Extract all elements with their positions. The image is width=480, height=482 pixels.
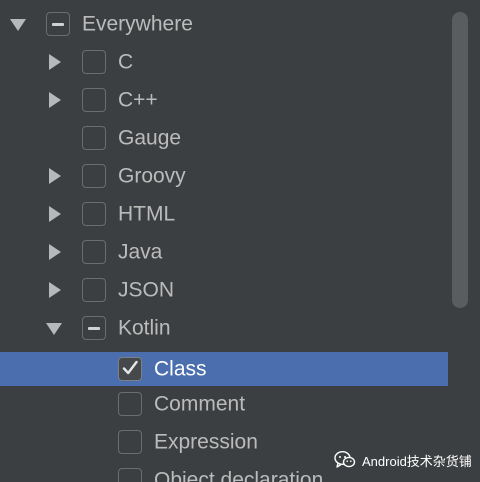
checkbox[interactable] <box>118 468 142 482</box>
tree-row-everywhere[interactable]: Everywhere <box>0 5 448 43</box>
checkbox[interactable] <box>82 126 106 150</box>
triangle-down-icon[interactable] <box>8 14 28 34</box>
checkbox[interactable] <box>82 50 106 74</box>
checkbox[interactable] <box>82 164 106 188</box>
tree-row-label: Object declaration <box>154 468 324 482</box>
wechat-icon <box>334 450 356 470</box>
checkbox[interactable] <box>82 240 106 264</box>
tree-row-label: Groovy <box>118 164 186 188</box>
scope-tree: Everywhere C C++ Gauge Groovy HTML Java JSON Kot… <box>0 0 480 482</box>
checkbox-partial[interactable] <box>82 316 106 340</box>
checkbox[interactable] <box>118 392 142 416</box>
tree-row-label: Kotlin <box>118 316 171 340</box>
tree-row-c[interactable]: C <box>0 43 448 81</box>
triangle-right-icon[interactable] <box>44 242 64 262</box>
triangle-right-icon[interactable] <box>44 90 64 110</box>
tree-row-html[interactable]: HTML <box>0 195 448 233</box>
tree-row-java[interactable]: Java <box>0 233 448 271</box>
watermark: Android技术杂货铺 <box>334 448 472 472</box>
checkbox-partial[interactable] <box>46 12 70 36</box>
tree-row-label: Comment <box>154 392 246 416</box>
tree-row-groovy[interactable]: Groovy <box>0 157 448 195</box>
tree-row-label: Class <box>154 357 207 381</box>
triangle-right-icon[interactable] <box>44 204 64 224</box>
checkbox[interactable] <box>82 278 106 302</box>
tree-row-label: JSON <box>118 278 175 302</box>
vertical-scrollbar-thumb[interactable] <box>452 12 468 308</box>
tree-row-label: C <box>118 50 134 74</box>
tree-row-label: HTML <box>118 202 176 226</box>
triangle-right-icon[interactable] <box>44 52 64 72</box>
triangle-right-icon[interactable] <box>44 166 64 186</box>
tree-row-label: C++ <box>118 88 158 112</box>
tree-row-label: Java <box>118 240 163 264</box>
tree-row-gauge[interactable]: Gauge <box>0 119 448 157</box>
watermark-text: Android技术杂货铺 <box>362 453 472 469</box>
checkbox[interactable] <box>118 430 142 454</box>
triangle-right-icon[interactable] <box>44 280 64 300</box>
tree-row-class[interactable]: Class <box>0 352 448 386</box>
tree-row-label: Expression <box>154 430 258 454</box>
tree-row-cplusplus[interactable]: C++ <box>0 81 448 119</box>
tree-row-kotlin[interactable]: Kotlin <box>0 309 448 347</box>
checkbox[interactable] <box>82 88 106 112</box>
tree-row-label: Gauge <box>118 126 182 150</box>
triangle-down-icon[interactable] <box>44 318 64 338</box>
tree-row-label: Everywhere <box>82 12 193 36</box>
tree-row-comment[interactable]: Comment <box>0 385 448 423</box>
checkbox-checked[interactable] <box>118 357 142 381</box>
checkbox[interactable] <box>82 202 106 226</box>
checkmark-icon <box>122 360 138 375</box>
tree-row-json[interactable]: JSON <box>0 271 448 309</box>
